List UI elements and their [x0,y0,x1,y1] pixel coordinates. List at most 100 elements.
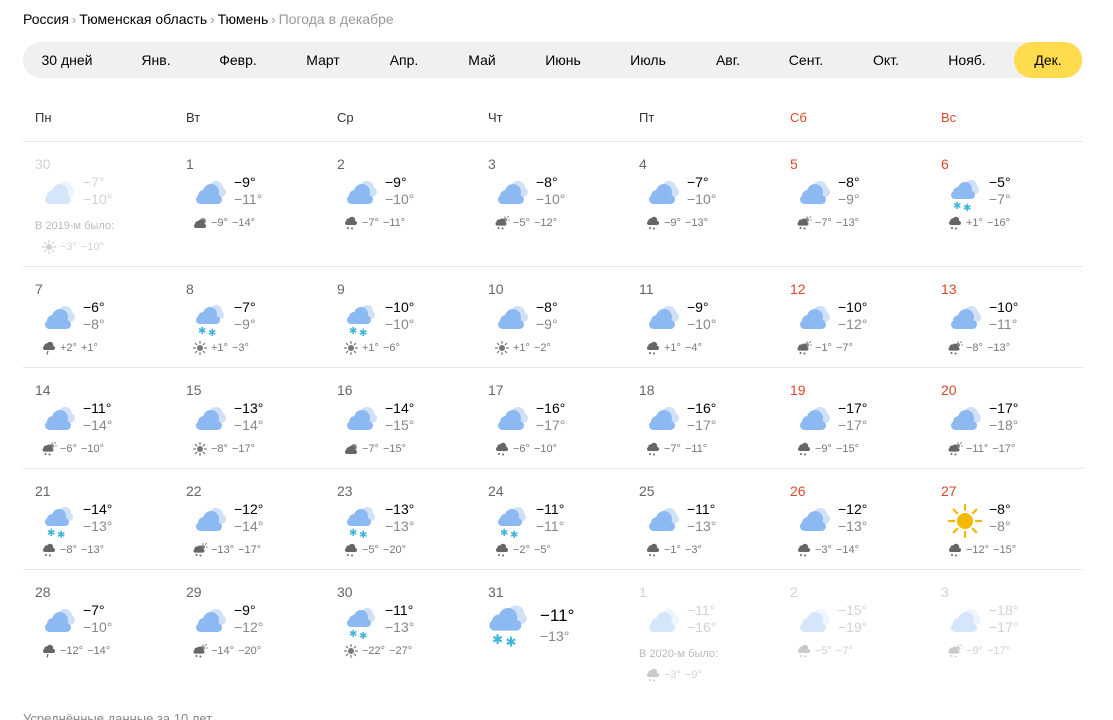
calendar-day-cell[interactable]: 6 ✱ ✱ −5° −7° +1° −16° [929,142,1079,266]
calendar-day-cell[interactable]: 30 ✱ ✱ −11° −13° −22° −27° [325,570,475,690]
calendar-day-cell[interactable]: 7 −6° −8° +2° +1° [23,267,173,367]
historical-max: +1° [211,342,228,354]
calendar-day-cell[interactable]: 2 −15° −19° −5° −7° [778,570,928,690]
temp-max: −10° [838,299,868,315]
historical-min: −14° [231,217,256,229]
breadcrumb-separator: › [210,12,215,27]
day-number: 26 [790,483,806,499]
calendar-day-cell[interactable]: 23 ✱ ✱ −13° −13° −5° −20° [325,469,475,569]
cloud-snow-icon [645,668,661,682]
historical-min: −17° [992,443,1016,455]
calendar-day-cell[interactable]: 21 ✱ ✱ −14° −13° −8° −13° [23,469,173,569]
historical-max: −14° [211,645,235,657]
temp-max: −8° [536,299,558,315]
breadcrumb-item-1[interactable]: Тюменская область [79,11,207,27]
calendar-day-cell[interactable]: 4 −7° −10° −9° −13° [627,142,777,266]
month-tab-3[interactable]: Март [306,42,340,78]
temp-min: −10° [687,191,717,207]
temp-min: −14° [234,518,264,534]
calendar-day-cell[interactable]: 14 −11° −14° −6° −10° [23,368,173,468]
historical-min: −14° [87,645,111,657]
svg-text:✱: ✱ [47,528,55,539]
calendar-day-cell[interactable]: 28 −7° −10° −12° −14° [23,570,173,690]
day-number: 24 [488,483,504,499]
historical-max: +1° [513,342,530,354]
calendar-day-cell[interactable]: 10 −8° −9° +1° −2° [476,267,626,367]
calendar-day-cell[interactable]: 11 −9° −10° +1° −4° [627,267,777,367]
cloud-snow-icon [343,543,359,557]
calendar-day-cell[interactable]: 20 −17° −18° −11° −17° [929,368,1079,468]
cloud-icon [796,176,832,212]
svg-text:✱: ✱ [349,528,357,539]
calendar-day-cell[interactable]: 9 ✱ ✱ −10° −10° +1° −6° [325,267,475,367]
historical-max: −3° [815,544,832,556]
day-number: 2 [790,584,798,600]
sun-cloud-snow-icon [947,644,963,658]
calendar-day-cell[interactable]: 3 −18° −17° −9° −17° [929,570,1079,690]
calendar-day-cell[interactable]: 24 ✱ ✱ −11° −11° −2° −5° [476,469,626,569]
temp-max: −9° [687,299,709,315]
calendar-day-cell[interactable]: 18 −16° −17° −7° −11° [627,368,777,468]
calendar-day-cell[interactable]: 29 −9° −12° −14° −20° [174,570,324,690]
calendar-day-cell[interactable]: 22 −12° −14° −13° −17° [174,469,324,569]
calendar-day-cell[interactable]: 2 −9° −10° −7° −11° [325,142,475,266]
breadcrumb-item-2[interactable]: Тюмень [218,11,269,27]
month-tab-12[interactable]: Дек. [1014,42,1082,78]
historical-max: −3° [664,669,681,681]
calendar-day-cell[interactable]: 25 −11° −13° −1° −3° [627,469,777,569]
calendar-day-cell[interactable]: 1 −9° −11° −9° −14° [174,142,324,266]
temp-max: −11° [687,501,716,517]
month-tab-11[interactable]: Нояб. [948,42,985,78]
month-tab-6[interactable]: Июнь [545,42,581,78]
calendar-day-cell[interactable]: 30 −7° −10° В 2019-м было: −3° −10° [23,142,173,266]
month-tab-7[interactable]: Июль [630,42,666,78]
historical-max: −1° [664,544,681,556]
day-number: 17 [488,382,504,398]
historical-max: −7° [362,443,379,455]
calendar-day-cell[interactable]: 3 −8° −10° −5° −12° [476,142,626,266]
month-tab-9[interactable]: Сент. [789,42,823,78]
calendar-day-cell[interactable]: 16 −14° −15° −7° −15° [325,368,475,468]
historical-max: −11° [966,443,989,455]
historical-weather: +1° −6° [343,340,400,356]
cloud-icon [41,402,77,438]
temp-min: −10° [385,191,415,207]
calendar-day-cell[interactable]: 13 −10° −11° −8° −13° [929,267,1079,367]
temp-min: −13° [83,518,113,534]
historical-weather: −9° −15° [796,442,859,456]
snow-icon: ✱ ✱ [484,600,532,651]
calendar-day-cell[interactable]: 17 −16° −17° −6° −10° [476,368,626,468]
historical-min: −11° [684,443,708,455]
calendar-day-cell[interactable]: 27 −8° −8° −12° −15° [929,469,1079,569]
month-tab-10[interactable]: Окт. [873,42,899,78]
historical-weather: −7° −13° [796,216,859,230]
month-tab-5[interactable]: Май [468,42,495,78]
calendar-day-cell[interactable]: 15 −13° −14° −8° −17° [174,368,324,468]
month-tab-1[interactable]: Янв. [141,42,170,78]
month-tab-0[interactable]: 30 дней [42,42,93,78]
calendar-day-cell[interactable]: 8 ✱ ✱ −7° −9° +1° −3° [174,267,324,367]
calendar-week-row: 28 −7° −10° −12° −14° 29 −9° −12° −14° −20° 30 ✱ ✱ −1… [23,570,1083,690]
calendar-day-cell[interactable]: 31 ✱ ✱ −11° −13° [476,570,626,690]
cloud-snow-icon [796,543,812,557]
calendar-day-cell[interactable]: 12 −10° −12° −1° −7° [778,267,928,367]
month-tab-2[interactable]: Февр. [219,42,257,78]
month-tab-4[interactable]: Апр. [390,42,419,78]
historical-max: −7° [815,217,832,229]
calendar-day-cell[interactable]: 1 −11° −16° В 2020-м было: −3° −9° [627,570,777,690]
historical-weather: −7° −11° [343,216,405,230]
calendar-day-cell[interactable]: 19 −17° −17° −9° −15° [778,368,928,468]
month-tab-8[interactable]: Авг. [716,42,740,78]
cloud-icon [192,503,228,539]
historical-max: −9° [966,645,983,657]
historical-weather: −12° −15° [947,543,1016,557]
cloud-icon [494,176,530,212]
cloud-icon [645,503,681,539]
temp-min: −13° [385,619,415,635]
temp-min: −10° [536,191,566,207]
breadcrumb-item-0[interactable]: Россия [23,11,69,27]
day-number: 3 [488,156,496,172]
calendar-day-cell[interactable]: 5 −8° −9° −7° −13° [778,142,928,266]
calendar-day-cell[interactable]: 26 −12° −13° −3° −14° [778,469,928,569]
day-number: 8 [186,281,194,297]
